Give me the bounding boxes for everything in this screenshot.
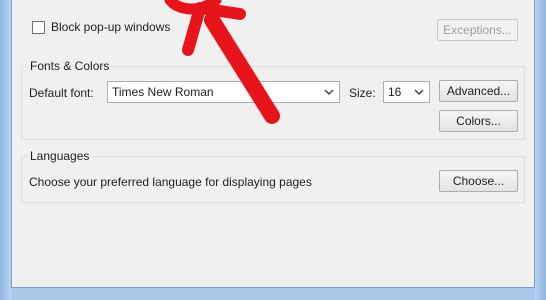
font-size-select[interactable]: 16 bbox=[383, 81, 430, 103]
languages-group-title: Languages bbox=[28, 149, 92, 163]
choose-language-button[interactable]: Choose... bbox=[439, 170, 518, 192]
chevron-down-icon bbox=[414, 89, 424, 96]
exceptions-button[interactable]: Exceptions... bbox=[437, 19, 518, 41]
block-popups-checkbox[interactable] bbox=[32, 21, 45, 34]
default-font-value: Times New Roman bbox=[112, 85, 214, 99]
font-size-value: 16 bbox=[388, 85, 402, 99]
window-frame-left bbox=[0, 0, 11, 300]
advanced-button[interactable]: Advanced... bbox=[439, 80, 518, 102]
language-description: Choose your preferred language for displ… bbox=[29, 175, 312, 189]
default-font-label: Default font: bbox=[29, 86, 94, 100]
chevron-down-icon bbox=[324, 89, 334, 96]
default-font-select[interactable]: Times New Roman bbox=[107, 81, 340, 103]
colors-button[interactable]: Colors... bbox=[439, 110, 518, 132]
window-frame-right bbox=[535, 0, 546, 300]
block-popups-label: Block pop-up windows bbox=[51, 20, 171, 34]
fonts-colors-group-title: Fonts & Colors bbox=[28, 59, 112, 73]
options-content-panel: Block pop-up windows Exceptions... Fonts… bbox=[11, 0, 535, 288]
size-label: Size: bbox=[349, 86, 376, 100]
